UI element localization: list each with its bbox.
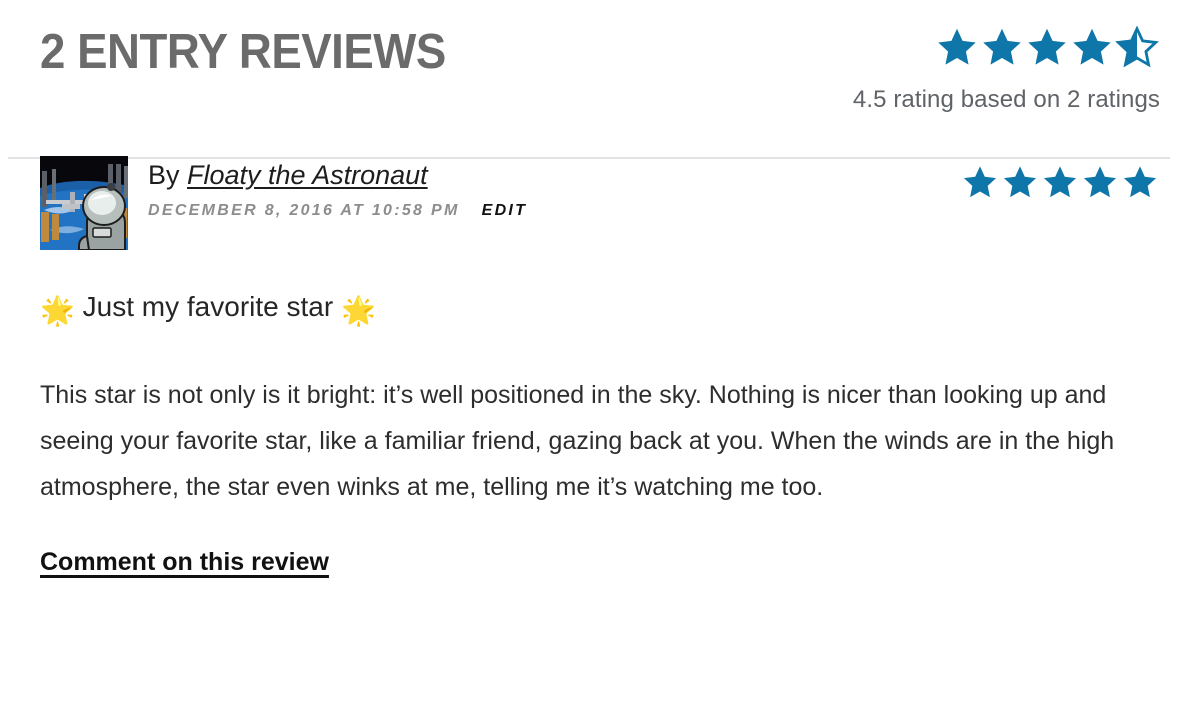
review-item: By Floaty the Astronaut DECEMBER 8, 2016…	[0, 130, 1200, 577]
review-meta: DECEMBER 8, 2016 AT 10:58 PM EDIT	[148, 202, 527, 220]
review-star-rating	[962, 164, 1160, 202]
review-title-text: Just my favorite star	[82, 291, 334, 322]
byline-prefix: By	[148, 160, 188, 190]
avatar[interactable]	[40, 156, 128, 250]
reviews-header: 2 ENTRY REVIEWS 4.5 rating based on 2 ra…	[0, 0, 1200, 159]
summary-rating-block: 4.5 rating based on 2 ratings	[853, 24, 1160, 114]
review-body: This star is not only is it bright: it’s…	[40, 381, 1115, 501]
edit-link[interactable]: EDIT	[482, 202, 528, 219]
comment-on-review-link[interactable]: Comment on this review	[40, 548, 329, 577]
byline-block: By Floaty the Astronaut DECEMBER 8, 2016…	[148, 156, 527, 220]
review-date: DECEMBER 8, 2016 AT 10:58 PM	[148, 202, 460, 220]
byline: By Floaty the Astronaut	[148, 160, 527, 191]
author-link[interactable]: Floaty the Astronaut	[187, 160, 428, 190]
half-star-icon	[1115, 25, 1159, 68]
rating-caption: 4.5 rating based on 2 ratings	[852, 86, 1160, 113]
review-title: 🌟 Just my favorite star 🌟	[40, 291, 376, 326]
summary-star-rating	[853, 24, 1160, 72]
review-header: By Floaty the Astronaut DECEMBER 8, 2016…	[40, 156, 1160, 252]
